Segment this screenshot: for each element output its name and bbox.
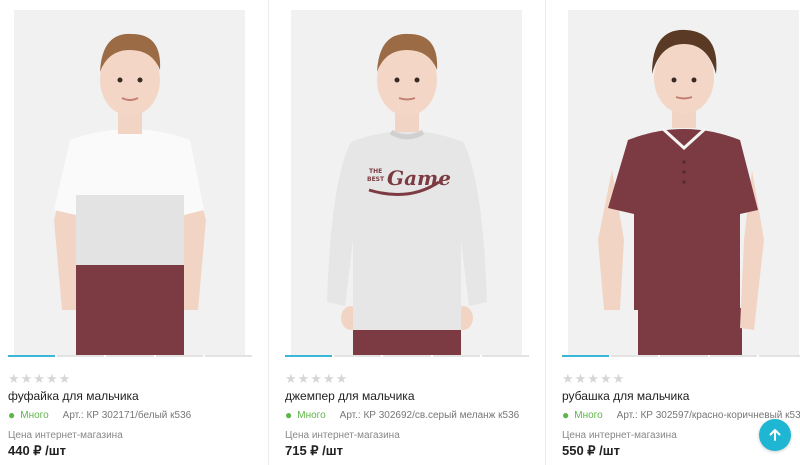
product-image[interactable] <box>568 10 799 355</box>
stock-status: Много <box>20 409 49 421</box>
product-name[interactable]: рубашка для мальчика <box>562 389 689 403</box>
product-grid: ★★★★★ фуфайка для мальчика ● Много Арт.:… <box>0 0 800 465</box>
in-stock-dot-icon: ● <box>8 408 16 422</box>
product-name[interactable]: фуфайка для мальчика <box>8 389 139 403</box>
carousel-dot[interactable] <box>57 355 105 357</box>
carousel-dot[interactable] <box>8 355 56 357</box>
image-carousel-dots <box>8 355 253 358</box>
price-label: Цена интернет-магазина <box>562 430 677 441</box>
product-name[interactable]: джемпер для мальчика <box>285 389 415 403</box>
stock-status: Много <box>297 409 326 421</box>
rating-stars: ★★★★★ <box>562 371 626 386</box>
image-carousel-dots <box>285 355 530 358</box>
price: 440 ₽ /шт <box>8 443 66 458</box>
price-label: Цена интернет-магазина <box>285 430 400 441</box>
product-image[interactable] <box>14 10 245 355</box>
carousel-dot[interactable] <box>204 355 253 357</box>
carousel-dot[interactable] <box>562 355 610 357</box>
price-label: Цена интернет-магазина <box>8 430 123 441</box>
price: 550 ₽ /шт <box>562 443 620 458</box>
carousel-dot[interactable] <box>432 355 480 357</box>
carousel-dot[interactable] <box>660 355 708 357</box>
rating-stars: ★★★★★ <box>285 371 349 386</box>
carousel-dot[interactable] <box>383 355 431 357</box>
article-number: Арт.: КР 302171/белый к536 <box>62 409 192 421</box>
stock-status: Много <box>574 409 603 421</box>
carousel-dot[interactable] <box>611 355 659 357</box>
rating-stars: ★★★★★ <box>8 371 72 386</box>
carousel-dot[interactable] <box>155 355 203 357</box>
svg-text:THE: THE <box>369 168 382 175</box>
stock-info: ● Много Арт.: КР 302597/красно-коричневы… <box>562 408 800 422</box>
product-card[interactable]: ★★★★★ фуфайка для мальчика ● Много Арт.:… <box>8 0 270 465</box>
svg-text:BEST: BEST <box>367 176 385 183</box>
carousel-dot[interactable] <box>758 355 800 357</box>
carousel-dot[interactable] <box>709 355 757 357</box>
arrow-up-icon <box>769 429 781 441</box>
carousel-dot[interactable] <box>106 355 154 357</box>
in-stock-dot-icon: ● <box>285 408 293 422</box>
article-number: Арт.: КР 302692/св.серый меланж к536 <box>339 409 520 421</box>
price: 715 ₽ /шт <box>285 443 343 458</box>
image-carousel-dots <box>562 355 800 358</box>
carousel-dot[interactable] <box>334 355 382 357</box>
product-card[interactable]: ★★★★★ рубашка для мальчика ● Много Арт.:… <box>562 0 800 465</box>
carousel-dot[interactable] <box>285 355 333 357</box>
product-image[interactable]: THE BEST Game <box>291 10 522 355</box>
stock-info: ● Много Арт.: КР 302692/св.серый меланж … <box>285 408 519 422</box>
scroll-to-top-button[interactable] <box>759 419 791 451</box>
stock-info: ● Много Арт.: КР 302171/белый к536 <box>8 408 191 422</box>
carousel-dot[interactable] <box>481 355 530 357</box>
product-card[interactable]: THE BEST Game ★★★★★ джемпер для мальчика <box>285 0 547 465</box>
svg-text:Game: Game <box>387 166 451 190</box>
in-stock-dot-icon: ● <box>562 408 570 422</box>
